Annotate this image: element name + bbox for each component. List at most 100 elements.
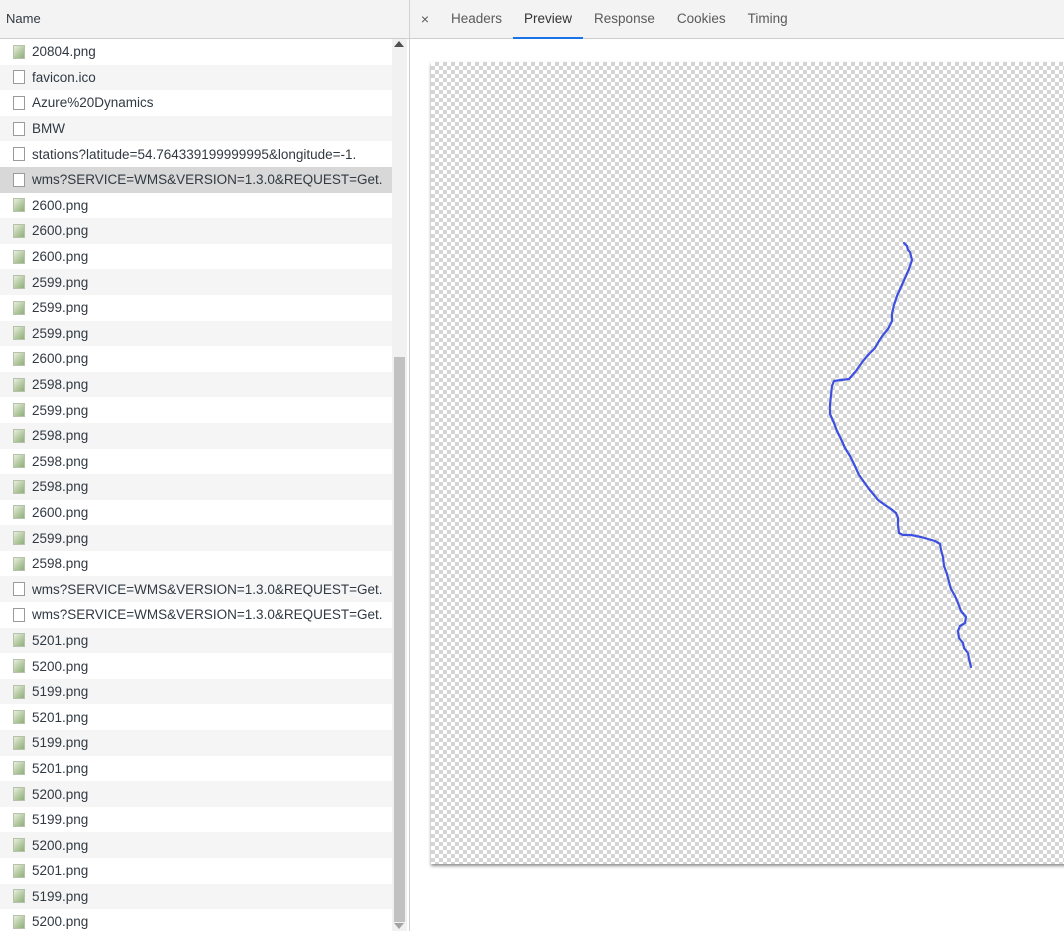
request-row[interactable]: 2599.png (0, 397, 392, 423)
request-row[interactable]: 5201.png (0, 755, 392, 782)
request-row[interactable]: 5201.png (0, 858, 392, 884)
request-row[interactable]: 2600.png (0, 346, 392, 372)
request-name: 5201.png (32, 632, 89, 648)
request-row[interactable]: 5201.png (0, 704, 392, 731)
request-name: 2598.png (32, 377, 89, 393)
request-row[interactable]: 20804.png (0, 39, 392, 65)
request-row[interactable]: wms?SERVICE=WMS&VERSION=1.3.0&REQUEST=Ge… (0, 576, 392, 603)
request-row[interactable]: 2598.png (0, 422, 392, 449)
request-name: 2600.png (32, 249, 89, 265)
image-file-icon (13, 326, 25, 341)
scroll-down-arrow-icon[interactable] (394, 923, 404, 929)
image-file-icon (13, 198, 25, 213)
request-name: 5199.png (32, 888, 89, 904)
request-name: 2600.png (32, 197, 89, 213)
request-name: 5199.png (32, 812, 89, 828)
image-file-icon (13, 889, 25, 904)
tab-headers[interactable]: Headers (440, 0, 513, 38)
request-row[interactable]: 5200.png (0, 653, 392, 679)
request-name: 5201.png (32, 760, 89, 776)
image-file-icon (13, 659, 25, 674)
image-file-icon (13, 377, 25, 392)
request-name: 20804.png (32, 44, 96, 60)
request-row[interactable]: 5199.png (0, 883, 392, 910)
request-name: wms?SERVICE=WMS&VERSION=1.3.0&REQUEST=Ge… (32, 581, 383, 597)
request-list-panel: Name 20804.png favicon.ico Azure%20Dynamic… (0, 0, 410, 931)
image-file-icon (13, 351, 25, 366)
request-name: favicon.ico (32, 69, 96, 85)
request-row[interactable]: 2600.png (0, 499, 392, 526)
close-detail-button[interactable]: × (410, 0, 440, 38)
request-name: 2598.png (32, 556, 89, 572)
request-name: 5199.png (32, 684, 89, 700)
request-name: 5200.png (32, 786, 89, 802)
request-name: 2599.png (32, 530, 89, 546)
request-row[interactable]: Azure%20Dynamics (0, 90, 392, 116)
request-row[interactable]: 5199.png (0, 806, 392, 833)
image-file-icon (13, 454, 25, 469)
request-name: wms?SERVICE=WMS&VERSION=1.3.0&REQUEST=Ge… (32, 172, 383, 188)
image-file-icon (13, 44, 25, 59)
image-file-icon (13, 863, 25, 878)
tab-preview[interactable]: Preview (513, 0, 584, 39)
scroll-up-arrow-icon[interactable] (394, 41, 404, 47)
request-row[interactable]: wms?SERVICE=WMS&VERSION=1.3.0&REQUEST=Ge… (0, 166, 392, 193)
image-file-icon (13, 300, 25, 315)
request-row[interactable]: 2599.png (0, 525, 392, 551)
request-row[interactable]: 5201.png (0, 627, 392, 654)
request-list: 20804.png favicon.ico Azure%20Dynamics BMW s… (0, 39, 392, 931)
image-file-icon (13, 556, 25, 571)
document-file-icon (13, 607, 25, 622)
request-detail-panel: × Headers Preview Response Cookies Timin… (410, 0, 1064, 931)
name-column-header[interactable]: Name (0, 0, 409, 39)
route-line-image (828, 241, 973, 669)
request-name: 2600.png (32, 504, 89, 520)
request-name: 5201.png (32, 863, 89, 879)
request-row[interactable]: wms?SERVICE=WMS&VERSION=1.3.0&REQUEST=Ge… (0, 602, 392, 628)
request-row[interactable]: 2598.png (0, 371, 392, 398)
image-file-icon (13, 684, 25, 699)
image-file-icon (13, 275, 25, 290)
request-row[interactable]: 2600.png (0, 243, 392, 270)
request-name: 2600.png (32, 351, 89, 367)
request-row[interactable]: 2600.png (0, 192, 392, 219)
request-row[interactable]: BMW (0, 115, 392, 142)
image-file-icon (13, 479, 25, 494)
scrollbar-thumb[interactable] (394, 357, 405, 922)
image-file-icon (13, 531, 25, 546)
request-row[interactable]: stations?latitude=54.764339199999995&lon… (0, 141, 392, 167)
request-row[interactable]: 2599.png (0, 294, 392, 321)
request-row[interactable]: 2599.png (0, 269, 392, 295)
request-row[interactable]: 5199.png (0, 678, 392, 705)
image-file-icon (13, 428, 25, 443)
image-file-icon (13, 710, 25, 725)
request-row[interactable]: 2598.png (0, 474, 392, 500)
route-line (828, 241, 973, 669)
request-name: stations?latitude=54.764339199999995&lon… (32, 146, 357, 162)
request-name: 2599.png (32, 300, 89, 316)
request-name: 2599.png (32, 325, 89, 341)
request-name: 5200.png (32, 837, 89, 853)
request-row[interactable]: 5200.png (0, 909, 392, 931)
request-row[interactable]: 2599.png (0, 320, 392, 347)
request-row[interactable]: 2598.png (0, 448, 392, 475)
tab-cookies[interactable]: Cookies (666, 0, 737, 38)
request-row[interactable]: 5199.png (0, 730, 392, 756)
request-row[interactable]: 2600.png (0, 218, 392, 244)
request-name: 2599.png (32, 274, 89, 290)
request-name: 2600.png (32, 223, 89, 239)
document-file-icon (13, 70, 25, 85)
request-name: 5201.png (32, 709, 89, 725)
request-row[interactable]: favicon.ico (0, 64, 392, 91)
document-file-icon (13, 147, 25, 162)
request-list-scrollbar[interactable] (392, 39, 407, 931)
request-row[interactable]: 2598.png (0, 550, 392, 577)
image-file-icon (13, 249, 25, 264)
tab-timing[interactable]: Timing (737, 0, 799, 38)
request-row[interactable]: 5200.png (0, 832, 392, 858)
request-name: 2598.png (32, 453, 89, 469)
request-name: 5200.png (32, 658, 89, 674)
tab-response[interactable]: Response (583, 0, 666, 38)
request-row[interactable]: 5200.png (0, 781, 392, 807)
image-file-icon (13, 812, 25, 827)
